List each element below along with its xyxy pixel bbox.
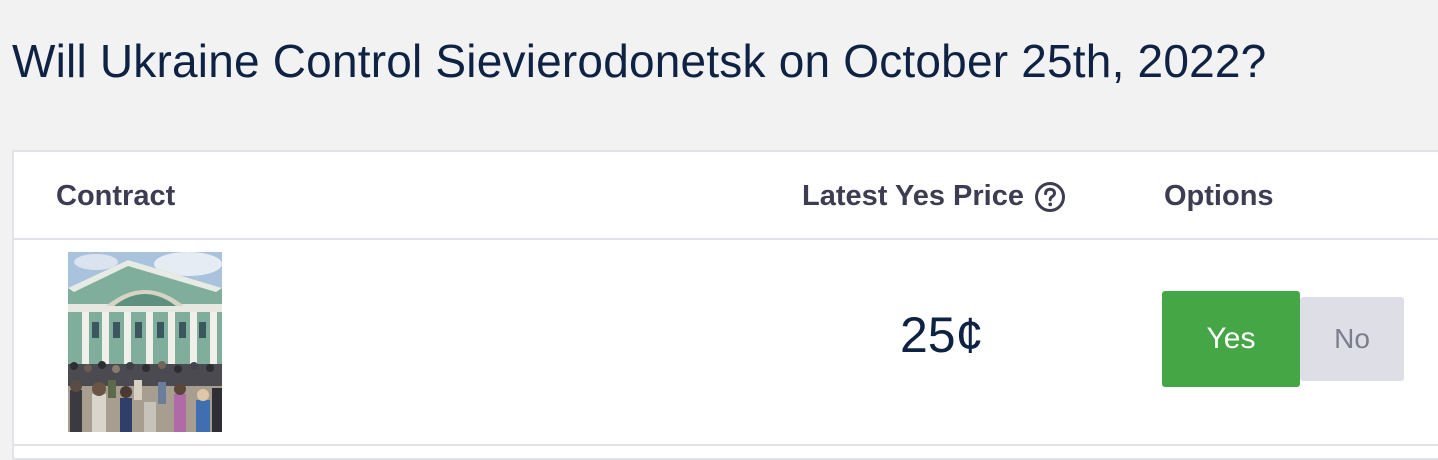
latest-yes-price-value: 25¢ — [900, 307, 984, 363]
building-crowd-photo-icon — [68, 252, 222, 432]
contract-image — [68, 252, 222, 432]
yes-button[interactable]: Yes — [1162, 291, 1300, 387]
contract-table: Contract Latest Yes Price Options 25¢ Ye… — [12, 150, 1438, 460]
question-circle-icon[interactable] — [1034, 181, 1066, 213]
no-button[interactable]: No — [1300, 297, 1404, 381]
table-header: Contract Latest Yes Price Options — [14, 152, 1438, 240]
header-latest-yes-price: Latest Yes Price — [802, 180, 1066, 213]
header-options: Options — [1164, 180, 1274, 212]
header-contract: Contract — [56, 180, 176, 212]
header-latest-yes-price-label: Latest Yes Price — [802, 180, 1024, 212]
page-title: Will Ukraine Control Sievierodonetsk on … — [12, 35, 1267, 87]
table-row: 25¢ Yes No — [14, 240, 1438, 446]
